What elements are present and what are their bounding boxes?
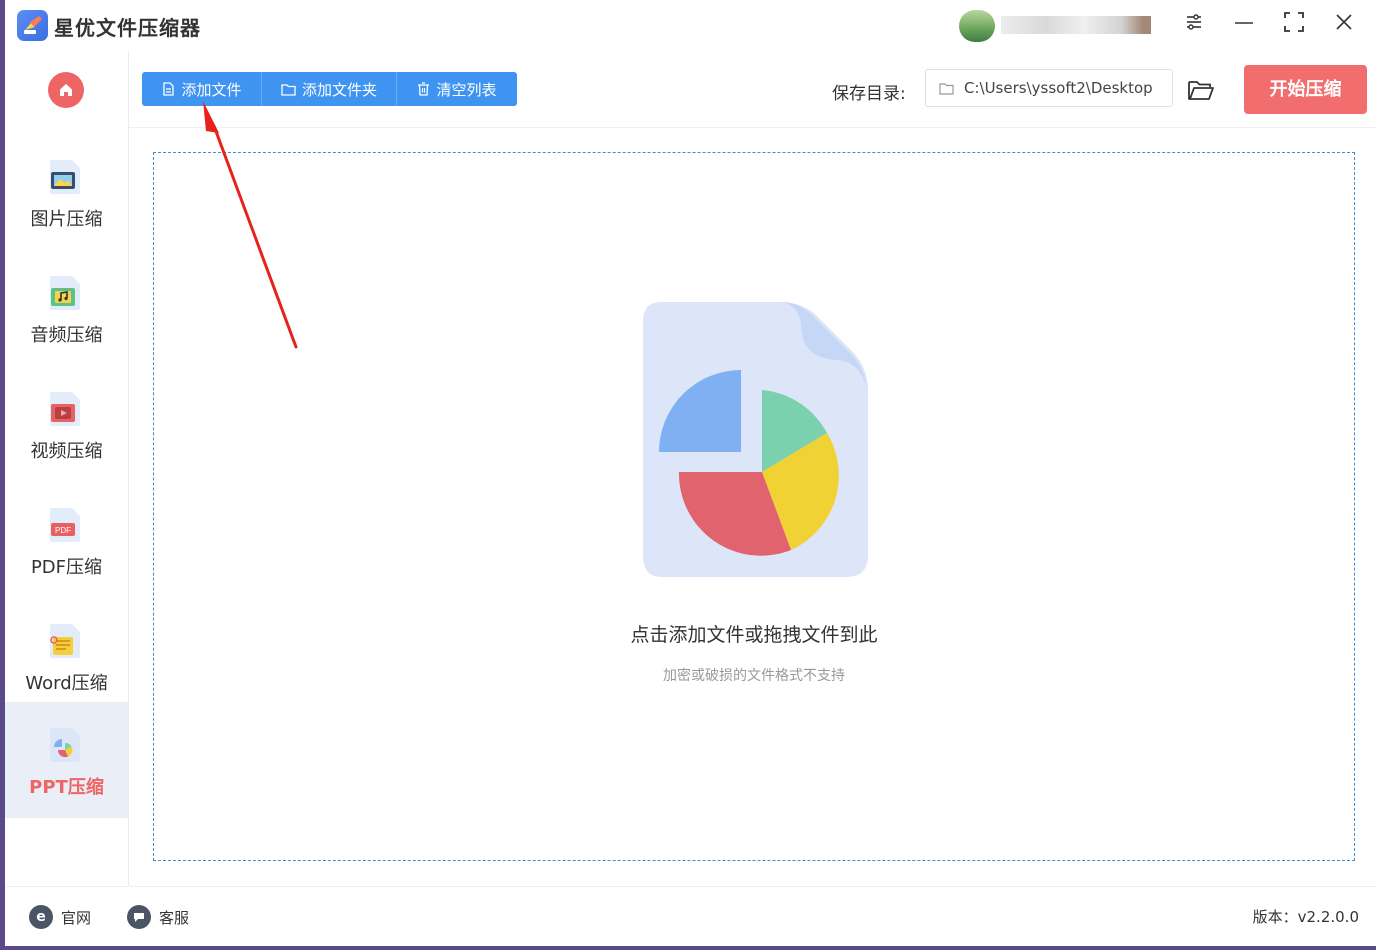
user-account[interactable] (959, 10, 1154, 42)
file-icon (163, 82, 175, 96)
sidebar-item-label: PDF压缩 (30, 557, 103, 578)
file-actions-group: 添加文件 添加文件夹 清空列表 (142, 72, 517, 106)
support-link[interactable]: 客服 (127, 905, 189, 929)
folder-small-icon (939, 83, 954, 95)
maximize-icon[interactable] (1278, 10, 1310, 42)
ppt-document-icon (641, 300, 871, 580)
settings-menu-icon[interactable] (1178, 10, 1210, 42)
sidebar-item-image[interactable]: 图片压缩 (5, 134, 128, 250)
sidebar-item-video[interactable]: 视频压缩 (5, 366, 128, 482)
browse-folder-icon[interactable] (1187, 78, 1215, 102)
folder-icon (281, 83, 296, 96)
clear-list-button[interactable]: 清空列表 (397, 72, 517, 106)
file-drop-zone[interactable]: 点击添加文件或拖拽文件到此 加密或破损的文件格式不支持 (153, 152, 1355, 861)
home-icon (60, 84, 72, 96)
word-icon (46, 622, 84, 660)
drop-zone-hint: 加密或破损的文件格式不支持 (663, 668, 845, 684)
save-dir-label: 保存目录: (832, 84, 906, 104)
add-folder-button[interactable]: 添加文件夹 (262, 72, 397, 106)
save-path-field[interactable]: C:\Users\yssoft2\Desktop (925, 69, 1173, 107)
toolbar: 添加文件 添加文件夹 清空列表 保存目录: C:\Users\yssoft2\D… (129, 52, 1376, 128)
sidebar-item-label: 视频压缩 (30, 441, 103, 462)
minimize-icon[interactable] (1228, 10, 1260, 42)
app-window: 星优文件压缩器 图片压缩 音频压缩 视频压缩 PDF PDF压缩 Word压缩 … (5, 0, 1376, 946)
pdf-icon: PDF (46, 506, 84, 544)
browser-icon: e (29, 905, 53, 929)
user-name-redacted (1001, 16, 1151, 34)
sidebar-item-pdf[interactable]: PDF PDF压缩 (5, 482, 128, 598)
video-icon (46, 390, 84, 428)
ppt-icon (46, 726, 84, 764)
avatar (959, 10, 995, 42)
sidebar-item-word[interactable]: Word压缩 (5, 598, 128, 714)
clear-list-label: 清空列表 (436, 80, 497, 99)
website-link[interactable]: e 官网 (29, 905, 91, 929)
title-bar: 星优文件压缩器 (5, 0, 1376, 52)
sidebar-item-audio[interactable]: 音频压缩 (5, 250, 128, 366)
pdf-badge-text: PDF (55, 526, 71, 535)
close-icon[interactable] (1328, 10, 1360, 42)
image-icon (46, 158, 84, 196)
sidebar-item-label: 图片压缩 (30, 209, 103, 230)
sidebar-item-ppt[interactable]: PPT压缩 (5, 702, 128, 818)
start-compress-button[interactable]: 开始压缩 (1244, 65, 1367, 114)
sidebar-item-label: 音频压缩 (30, 325, 103, 346)
sidebar-item-label: Word压缩 (25, 673, 108, 694)
footer: e 官网 客服 版本：v2.2.0.0 (5, 886, 1376, 946)
chat-icon (127, 905, 151, 929)
sidebar-item-label: PPT压缩 (29, 777, 104, 798)
website-label: 官网 (61, 908, 92, 927)
add-folder-label: 添加文件夹 (301, 80, 377, 99)
trash-icon (418, 82, 430, 96)
app-title: 星优文件压缩器 (54, 16, 201, 40)
add-file-button[interactable]: 添加文件 (142, 72, 262, 106)
support-label: 客服 (159, 908, 190, 927)
add-file-label: 添加文件 (181, 80, 242, 99)
drop-zone-title: 点击添加文件或拖拽文件到此 (630, 624, 878, 646)
home-button[interactable] (48, 72, 84, 108)
audio-icon (46, 274, 84, 312)
sidebar: 图片压缩 音频压缩 视频压缩 PDF PDF压缩 Word压缩 PPT压缩 (5, 52, 129, 886)
app-logo-icon (17, 10, 48, 41)
version-text: 版本：v2.2.0.0 (1252, 908, 1359, 926)
save-path-value: C:\Users\yssoft2\Desktop (964, 79, 1153, 97)
